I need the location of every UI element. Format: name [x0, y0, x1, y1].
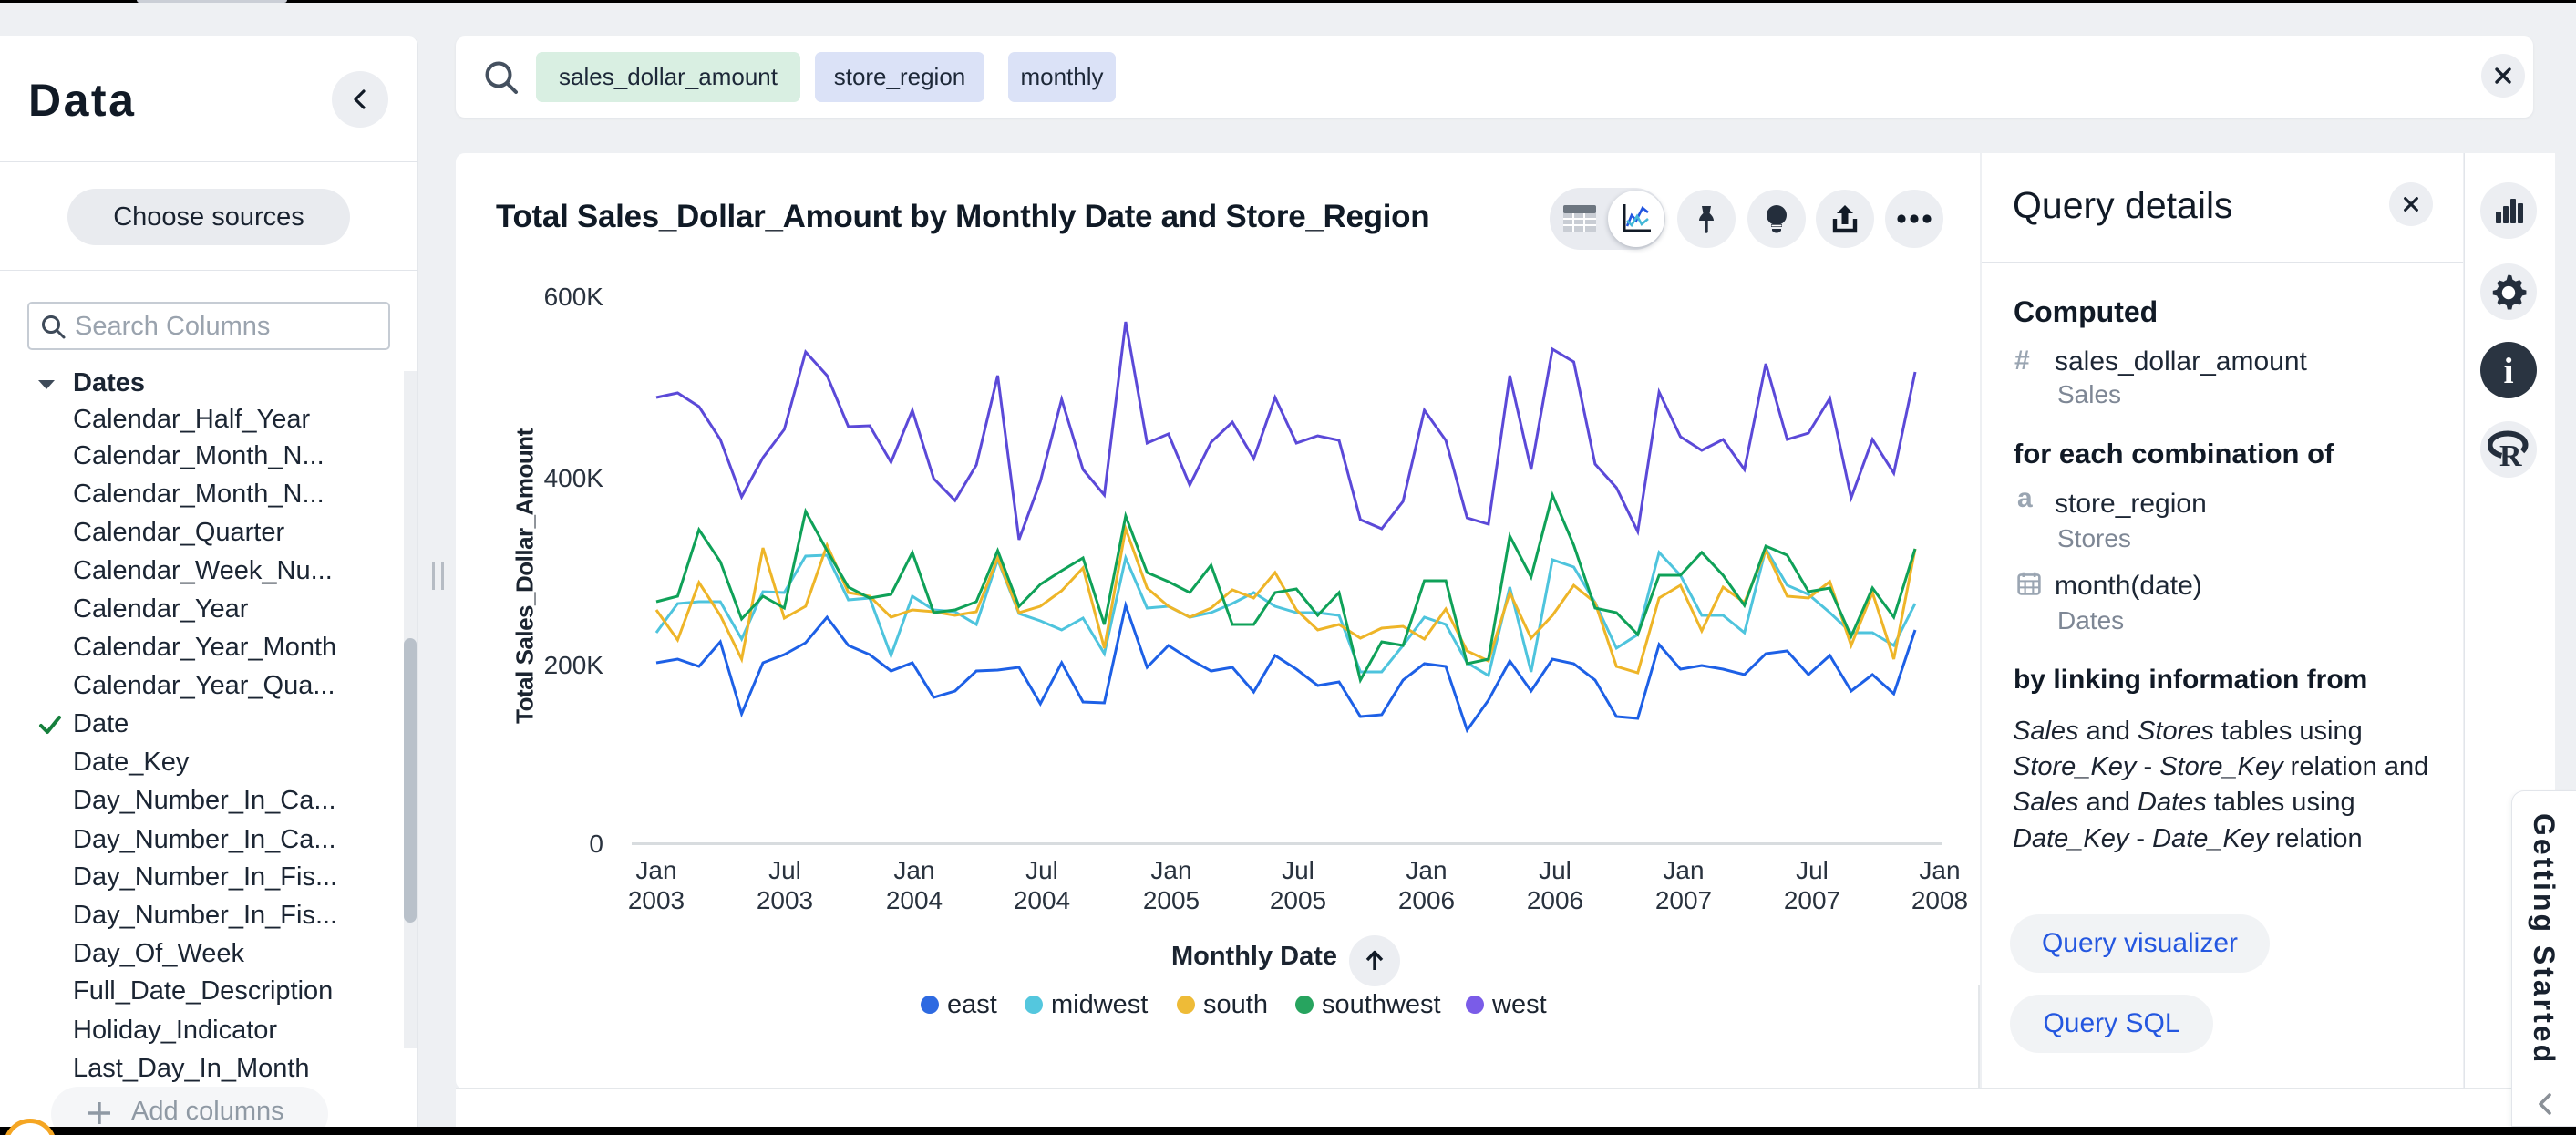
svg-text:R: R [2499, 439, 2522, 469]
